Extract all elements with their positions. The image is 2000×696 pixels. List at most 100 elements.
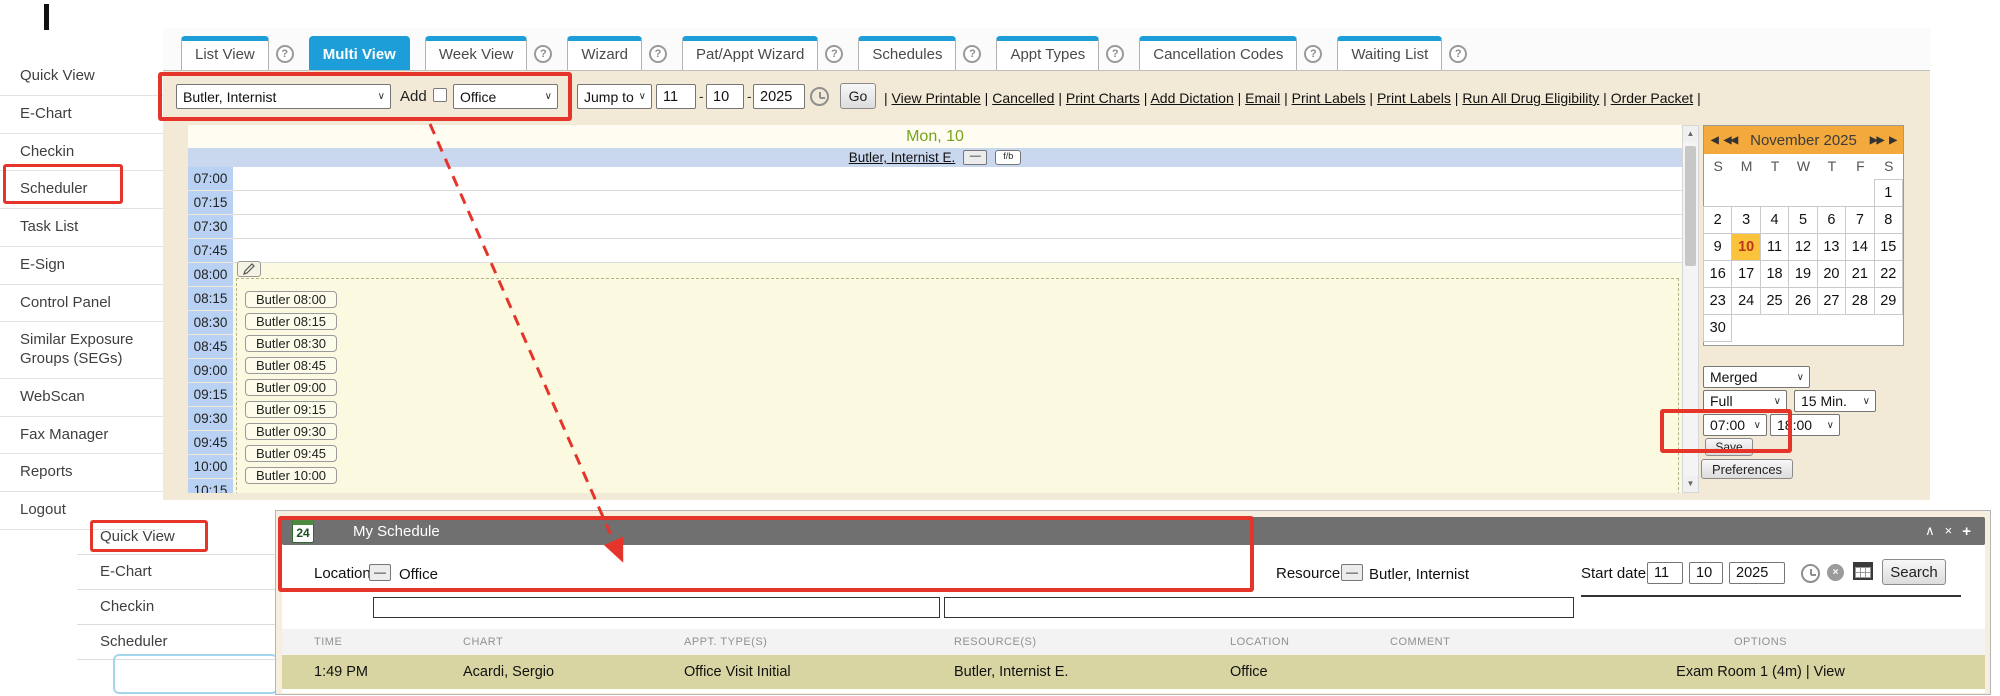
start-day-input[interactable]: 10 — [1689, 562, 1723, 584]
calendar-date-21[interactable]: 21 — [1845, 260, 1874, 288]
calendar-date-1[interactable]: 1 — [1874, 179, 1903, 207]
tab-wizard[interactable]: Wizard — [567, 36, 642, 70]
tab-cancellation-codes[interactable]: Cancellation Codes — [1139, 36, 1297, 70]
clear-date-icon[interactable]: × — [1827, 564, 1844, 581]
prev-month-icon[interactable]: ◀◀ — [1724, 135, 1737, 146]
move-icon[interactable]: + — [1962, 523, 1971, 540]
preferences-button[interactable]: Preferences — [1701, 459, 1793, 479]
calendar-date-3[interactable]: 3 — [1731, 206, 1760, 234]
link-print-labels-6[interactable]: Print Labels — [1377, 90, 1451, 106]
edit-slot-button[interactable] — [237, 261, 261, 277]
start-month-input[interactable]: 11 — [1647, 562, 1683, 584]
calendar-date-16[interactable]: 16 — [1703, 260, 1732, 288]
go-button[interactable]: Go — [840, 83, 876, 109]
help-icon[interactable]: ? — [649, 45, 667, 63]
link-run-all-drug-eligibility-7[interactable]: Run All Drug Eligibility — [1462, 90, 1599, 106]
link-add-dictation-3[interactable]: Add Dictation — [1150, 90, 1233, 106]
appointment-chip[interactable]: Butler 08:45 — [245, 357, 337, 374]
calendar-date-9[interactable]: 9 — [1703, 233, 1732, 261]
calendar-date-17[interactable]: 17 — [1731, 260, 1760, 288]
tab-multi-view[interactable]: Multi View — [309, 36, 410, 70]
time-slot[interactable] — [233, 191, 1682, 215]
window-title-bar[interactable]: 24 My Schedule ∧ × + — [282, 517, 1985, 545]
next-year-icon[interactable]: ▶ — [1889, 135, 1896, 146]
calendar-date-15[interactable]: 15 — [1874, 233, 1903, 261]
calendar-date-18[interactable]: 18 — [1760, 260, 1789, 288]
sidebar-item-webscan[interactable]: WebScan — [0, 379, 163, 417]
calendar-date-8[interactable]: 8 — [1874, 206, 1903, 234]
link-order-packet-8[interactable]: Order Packet — [1611, 90, 1693, 106]
jump-to-select[interactable]: Jump to ∨ — [577, 84, 652, 109]
sidebar-item-checkin[interactable]: Checkin — [77, 590, 275, 625]
start-year-input[interactable]: 2025 — [1729, 562, 1785, 584]
month-input[interactable]: 11 — [656, 84, 696, 109]
sidebar-item-control-panel[interactable]: Control Panel — [0, 285, 163, 323]
tab-appt-types[interactable]: Appt Types — [996, 36, 1099, 70]
calendar-date-12[interactable]: 12 — [1788, 233, 1817, 261]
search-button[interactable]: Search — [1882, 559, 1946, 585]
resource-link[interactable]: Butler, Internist E. — [849, 150, 956, 165]
collapse-resource-button[interactable]: — — [1341, 564, 1363, 581]
link-email-4[interactable]: Email — [1245, 90, 1280, 106]
help-icon[interactable]: ? — [276, 45, 294, 63]
link-print-charts-2[interactable]: Print Charts — [1066, 90, 1140, 106]
calendar-date-4[interactable]: 4 — [1760, 206, 1789, 234]
calendar-date-2[interactable]: 2 — [1703, 206, 1732, 234]
grid-scrollbar[interactable]: ▲ ▼ — [1682, 125, 1699, 493]
clock-icon[interactable] — [810, 87, 829, 106]
location-select[interactable]: Office ∨ — [453, 84, 558, 109]
sidebar-item-similar-exposure-groups-segs[interactable]: Similar Exposure Groups (SEGs) — [0, 322, 163, 379]
year-input[interactable]: 2025 — [753, 84, 805, 109]
sidebar-item-e-chart[interactable]: E-Chart — [77, 555, 275, 590]
link-print-labels-5[interactable]: Print Labels — [1292, 90, 1366, 106]
next-month-icon[interactable]: ▶▶ — [1870, 135, 1883, 146]
calendar-date-22[interactable]: 22 — [1874, 260, 1903, 288]
calendar-date-11[interactable]: 11 — [1760, 233, 1789, 261]
add-checkbox[interactable] — [433, 88, 447, 102]
calendar-date-24[interactable]: 24 — [1731, 287, 1760, 315]
collapse-resource-button[interactable]: — — [963, 150, 987, 165]
help-icon[interactable]: ? — [963, 45, 981, 63]
calendar-date-27[interactable]: 27 — [1817, 287, 1846, 315]
scrollbar-thumb[interactable] — [1685, 146, 1696, 266]
prev-year-icon[interactable]: ◀ — [1711, 135, 1718, 146]
appointment-chip[interactable]: Butler 09:00 — [245, 379, 337, 396]
calendar-date-26[interactable]: 26 — [1788, 287, 1817, 315]
appointment-chip[interactable]: Butler 08:30 — [245, 335, 337, 352]
time-slot[interactable] — [233, 239, 1682, 263]
calendar-date-10[interactable]: 10 — [1731, 233, 1760, 261]
zoom-mode-select[interactable]: Full ∨ — [1703, 390, 1787, 412]
link-cancelled-1[interactable]: Cancelled — [992, 90, 1054, 106]
resource-list-box[interactable] — [944, 597, 1574, 618]
day-start-select[interactable]: 07:00 ∨ — [1703, 414, 1767, 436]
appointment-chip[interactable]: Butler 10:00 — [245, 467, 337, 484]
help-icon[interactable]: ? — [1449, 45, 1467, 63]
clock-icon[interactable] — [1801, 564, 1820, 583]
sidebar-item-e-sign[interactable]: E-Sign — [0, 247, 163, 285]
sidebar-item-scheduler[interactable]: Scheduler — [0, 171, 163, 209]
tab-pat-appt-wizard[interactable]: Pat/Appt Wizard — [682, 36, 818, 70]
cell-options[interactable]: Exam Room 1 (4m) | View — [1536, 664, 1985, 680]
appointment-chip[interactable]: Butler 09:45 — [245, 445, 337, 462]
calendar-date-23[interactable]: 23 — [1703, 287, 1732, 315]
location-list-box[interactable] — [373, 597, 940, 618]
sidebar-item-checkin[interactable]: Checkin — [0, 134, 163, 172]
sidebar-item-task-list[interactable]: Task List — [0, 209, 163, 247]
collapse-location-button[interactable]: — — [369, 564, 391, 581]
table-row[interactable]: 1:49 PMAcardi, SergioOffice Visit Initia… — [282, 655, 1985, 689]
help-icon[interactable]: ? — [534, 45, 552, 63]
sidebar-item-quick-view[interactable]: Quick View — [0, 58, 163, 96]
calendar-date-14[interactable]: 14 — [1845, 233, 1874, 261]
fb-button[interactable]: f/b — [995, 150, 1021, 165]
interval-select[interactable]: 15 Min. ∨ — [1794, 390, 1876, 412]
provider-select[interactable]: Butler, Internist ∨ — [176, 84, 391, 109]
save-button[interactable]: Save — [1705, 438, 1753, 456]
calendar-date-7[interactable]: 7 — [1845, 206, 1874, 234]
day-input[interactable]: 10 — [706, 84, 744, 109]
tab-schedules[interactable]: Schedules — [858, 36, 956, 70]
tab-week-view[interactable]: Week View — [425, 36, 527, 70]
calendar-date-13[interactable]: 13 — [1817, 233, 1846, 261]
appointment-chip[interactable]: Butler 08:00 — [245, 291, 337, 308]
day-end-select[interactable]: 18:00 ∨ — [1770, 414, 1840, 436]
sidebar-item-reports[interactable]: Reports — [0, 454, 163, 492]
